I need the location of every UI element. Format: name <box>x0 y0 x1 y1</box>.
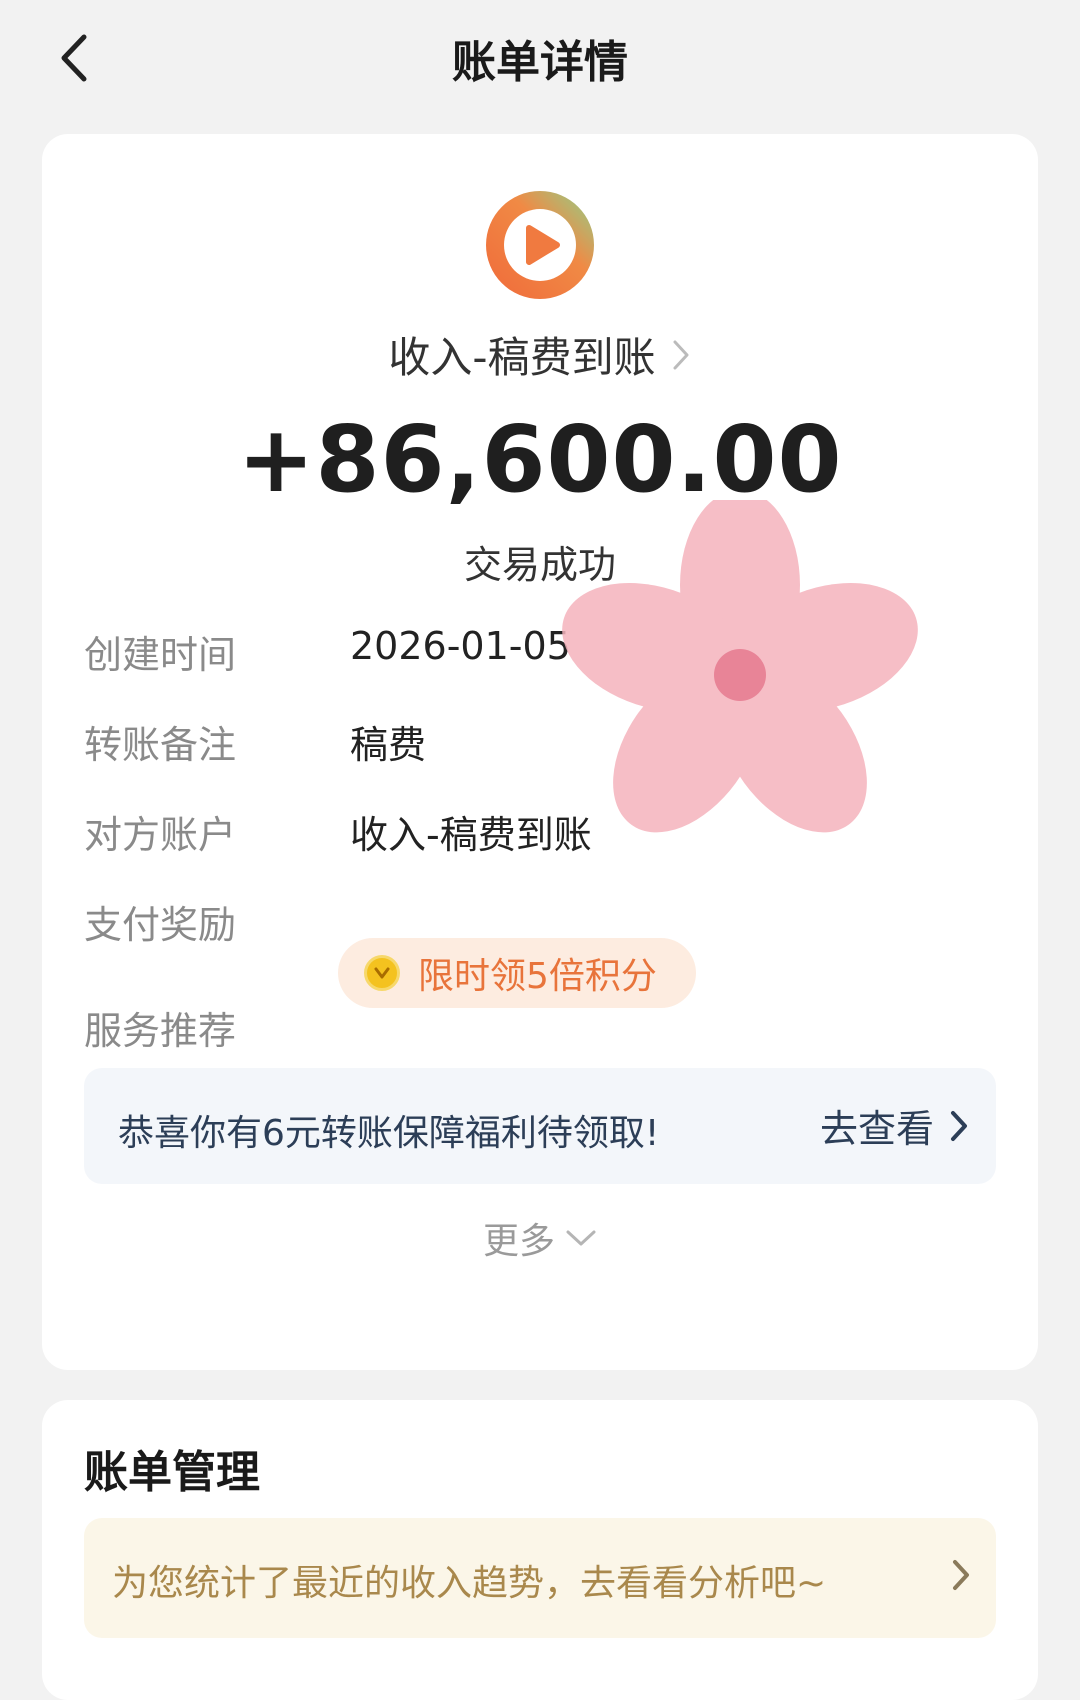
detail-label: 支付奖励 <box>84 903 237 947</box>
detail-value: 2026-01-05 <box>350 624 571 668</box>
trend-text: 为您统计了最近的收入趋势，去看看分析吧~ <box>112 1563 827 1604</box>
reward-text: 限时领5倍积分 <box>418 956 657 997</box>
detail-label: 对方账户 <box>84 813 237 857</box>
chevron-down-icon <box>566 1230 596 1246</box>
chevron-right-icon <box>951 1110 967 1141</box>
detail-label: 服务推荐 <box>84 1009 237 1053</box>
detail-row-service-recommend: 服务推荐 <box>84 1000 1004 1060</box>
income-trend-banner[interactable]: 为您统计了最近的收入趋势，去看看分析吧~ <box>84 1518 996 1638</box>
flower-sticker <box>562 500 918 833</box>
coin-icon <box>364 955 400 991</box>
detail-value: 稿费 <box>350 723 427 767</box>
chevron-right-icon <box>953 1560 969 1590</box>
section-title: 账单管理 <box>84 1447 260 1498</box>
more-toggle[interactable]: 更多 <box>42 1212 1038 1264</box>
merchant-name: 收入-稿费到账 <box>388 333 656 382</box>
video-app-logo-icon <box>486 191 594 299</box>
promo-text: 恭喜你有6元转账保障福利待领取! <box>118 1113 660 1154</box>
promo-link-text: 去查看 <box>819 1107 934 1151</box>
detail-value: 收入-稿费到账 <box>350 813 592 857</box>
page-title: 账单详情 <box>452 37 628 88</box>
reward-badge[interactable]: 限时领5倍积分 <box>338 938 696 1008</box>
top-bar: 账单详情 <box>0 0 1080 120</box>
promo-banner[interactable]: 恭喜你有6元转账保障福利待领取! 去查看 <box>84 1068 996 1184</box>
detail-label: 创建时间 <box>84 633 237 677</box>
merchant-row[interactable]: 收入-稿费到账 <box>42 324 1038 385</box>
transaction-amount: +86,600.00 <box>237 406 843 513</box>
chevron-right-icon <box>673 340 689 369</box>
more-label: 更多 <box>482 1221 555 1262</box>
promo-link[interactable]: 去查看 <box>820 1098 970 1153</box>
bill-management-card: 账单管理 为您统计了最近的收入趋势，去看看分析吧~ <box>42 1400 1038 1700</box>
detail-label: 转账备注 <box>84 723 237 767</box>
